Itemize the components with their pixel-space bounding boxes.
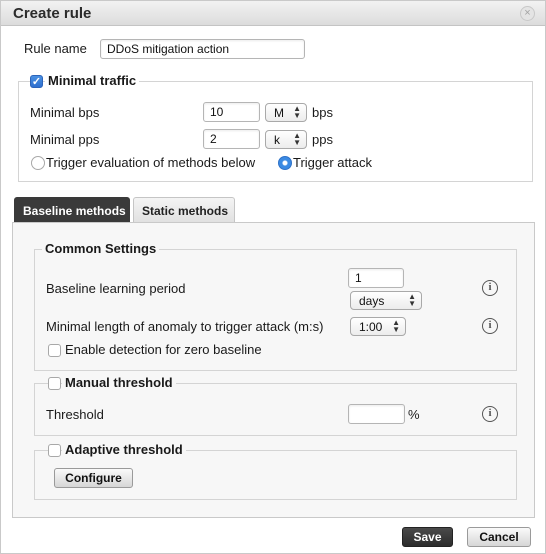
minimal-traffic-checkbox[interactable]: ✓ — [30, 75, 43, 88]
pps-unit-select-value: k — [274, 133, 280, 147]
pps-unit-select[interactable]: k ▲ ▼ — [265, 130, 307, 149]
minimal-bps-input[interactable] — [203, 102, 260, 122]
select-arrows-icon: ▲ ▼ — [392, 318, 400, 334]
bps-unit-select[interactable]: M ▲ ▼ — [265, 103, 307, 122]
create-rule-dialog: Create rule × Rule name ✓ Minimal traffi… — [0, 0, 546, 554]
cancel-button[interactable]: Cancel — [467, 527, 531, 547]
threshold-label: Threshold — [46, 407, 104, 422]
threshold-input[interactable] — [348, 404, 405, 424]
common-settings-legend: Common Settings — [42, 241, 160, 256]
close-icon[interactable]: × — [520, 6, 535, 21]
learning-period-label: Baseline learning period — [46, 281, 186, 296]
adaptive-threshold-checkbox[interactable] — [48, 444, 61, 457]
minimal-traffic-legend: Minimal traffic — [45, 73, 140, 88]
minimal-bps-label: Minimal bps — [30, 105, 100, 120]
select-arrows-icon: ▲ ▼ — [408, 292, 416, 308]
threshold-unit-label: % — [408, 407, 420, 422]
zero-baseline-label: Enable detection for zero baseline — [65, 342, 262, 357]
tab-static-methods[interactable]: Static methods — [133, 197, 235, 223]
bps-unit-select-value: M — [274, 106, 284, 120]
anomaly-length-value: 1:00 — [359, 320, 383, 334]
info-icon[interactable]: i — [482, 406, 498, 422]
adaptive-threshold-legend: Adaptive threshold — [62, 442, 186, 457]
learning-period-input[interactable] — [348, 268, 404, 288]
rule-name-input[interactable] — [100, 39, 305, 59]
select-arrows-icon: ▲ ▼ — [293, 104, 301, 120]
select-arrows-icon: ▲ ▼ — [293, 131, 301, 147]
baseline-methods-panel: Common Settings Baseline learning period… — [12, 222, 535, 518]
minimal-pps-label: Minimal pps — [30, 132, 100, 147]
manual-threshold-checkbox[interactable] — [48, 377, 61, 390]
learning-period-unit-value: days — [359, 294, 385, 308]
radio-trigger-evaluation-label[interactable]: Trigger evaluation of methods below — [46, 155, 255, 170]
rule-name-label: Rule name — [24, 41, 87, 56]
dialog-titlebar[interactable]: Create rule × — [1, 1, 545, 26]
info-icon[interactable]: i — [482, 318, 498, 334]
radio-trigger-attack[interactable] — [278, 156, 292, 170]
radio-trigger-evaluation[interactable] — [31, 156, 45, 170]
anomaly-length-label: Minimal length of anomaly to trigger att… — [46, 319, 324, 334]
zero-baseline-checkbox[interactable] — [48, 344, 61, 357]
manual-threshold-legend: Manual threshold — [62, 375, 176, 390]
tab-baseline-methods[interactable]: Baseline methods — [14, 197, 130, 223]
bps-unit-label: bps — [312, 105, 333, 120]
manual-threshold-fieldset — [34, 383, 517, 436]
radio-trigger-attack-label[interactable]: Trigger attack — [293, 155, 372, 170]
info-icon[interactable]: i — [482, 280, 498, 296]
anomaly-length-select[interactable]: 1:00 ▲ ▼ — [350, 317, 406, 336]
configure-button[interactable]: Configure — [54, 468, 133, 488]
dialog-title: Create rule — [13, 5, 92, 22]
learning-period-unit-select[interactable]: days ▲ ▼ — [350, 291, 422, 310]
save-button[interactable]: Save — [402, 527, 453, 547]
pps-unit-label: pps — [312, 132, 333, 147]
minimal-pps-input[interactable] — [203, 129, 260, 149]
